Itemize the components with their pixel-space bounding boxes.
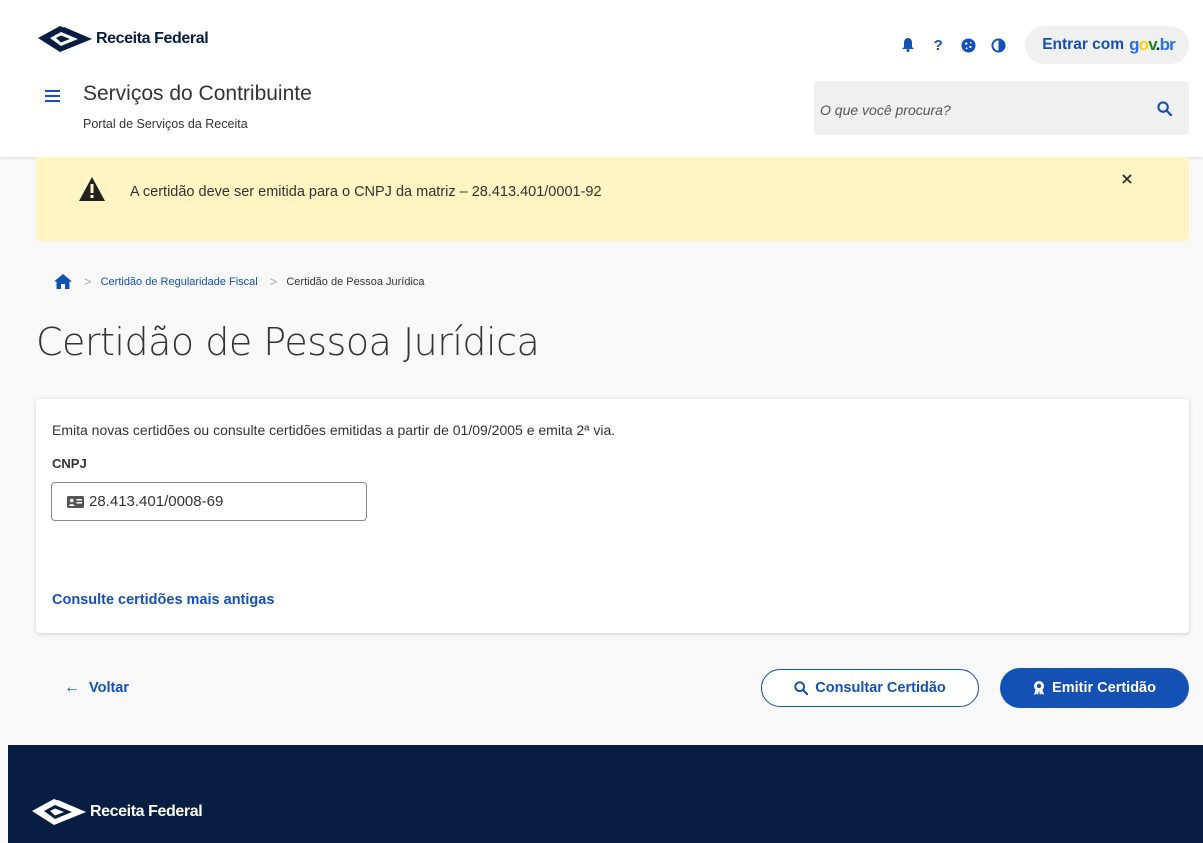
- bell-icon[interactable]: [897, 34, 919, 56]
- receita-federal-logo[interactable]: Receita Federal: [36, 24, 209, 54]
- cnpj-field: [51, 482, 367, 521]
- form-description: Emita novas certidões ou consulte certid…: [52, 422, 616, 438]
- back-button[interactable]: ← Voltar: [64, 679, 129, 697]
- hamburger-menu-icon[interactable]: [41, 86, 63, 106]
- search-input[interactable]: [818, 95, 1142, 125]
- breadcrumb-separator: >: [84, 274, 92, 289]
- back-label: Voltar: [89, 680, 130, 696]
- search-icon: [794, 681, 809, 695]
- old-certificates-link[interactable]: Consulte certidões mais antigas: [52, 592, 274, 608]
- header-actions: ? Entrar com gov.br: [897, 26, 1189, 64]
- site-subtitle: Portal de Serviços da Receita: [83, 117, 248, 131]
- header: Receita Federal ? Entrar com gov.br Serv…: [0, 0, 1203, 157]
- issue-certificate-button[interactable]: Emitir Certidão: [1000, 668, 1189, 708]
- page-title: Certidão de Pessoa Jurídica: [36, 320, 540, 364]
- breadcrumb-item-regularidade[interactable]: Certidão de Regularidade Fiscal: [101, 276, 258, 288]
- id-card-icon: [67, 496, 84, 508]
- contrast-icon[interactable]: [987, 34, 1009, 56]
- footer-logo[interactable]: Receita Federal: [30, 797, 203, 827]
- help-icon[interactable]: ?: [927, 34, 949, 56]
- arrow-left-icon: ←: [64, 679, 80, 696]
- cookie-icon[interactable]: [957, 34, 979, 56]
- warning-icon: [79, 177, 105, 201]
- login-label: Entrar com: [1042, 36, 1125, 53]
- govbr-logo: gov.br: [1129, 35, 1176, 54]
- receita-federal-emblem-icon: [32, 799, 86, 825]
- form-card: Emita novas certidões ou consulte certid…: [36, 399, 1189, 633]
- search-box: [814, 81, 1189, 135]
- breadcrumb-item-current: Certidão de Pessoa Jurídica: [286, 275, 425, 288]
- logo-text: Receita Federal: [96, 30, 209, 47]
- site-title: Serviços do Contribuinte: [83, 82, 312, 105]
- issue-label: Emitir Certidão: [1052, 680, 1156, 696]
- search-icon[interactable]: [1153, 97, 1175, 119]
- breadcrumb: > Certidão de Regularidade Fiscal > Cert…: [54, 274, 425, 289]
- alert-message: A certidão deve ser emitida para o CNPJ …: [130, 184, 602, 200]
- cnpj-label: CNPJ: [52, 456, 87, 471]
- close-icon[interactable]: ×: [1117, 169, 1137, 189]
- login-govbr-button[interactable]: Entrar com gov.br: [1025, 26, 1189, 64]
- home-icon[interactable]: [54, 274, 72, 289]
- breadcrumb-separator: >: [269, 274, 278, 289]
- footer-logo-text: Receita Federal: [90, 803, 203, 820]
- receita-federal-emblem-icon: [38, 26, 92, 52]
- warning-alert: A certidão deve ser emitida para o CNPJ …: [36, 157, 1189, 241]
- consult-label: Consultar Certidão: [815, 680, 946, 696]
- consult-certificate-button[interactable]: Consultar Certidão: [761, 669, 979, 707]
- award-icon: [1034, 681, 1045, 695]
- cnpj-input[interactable]: [89, 490, 349, 512]
- footer: Receita Federal: [8, 745, 1203, 843]
